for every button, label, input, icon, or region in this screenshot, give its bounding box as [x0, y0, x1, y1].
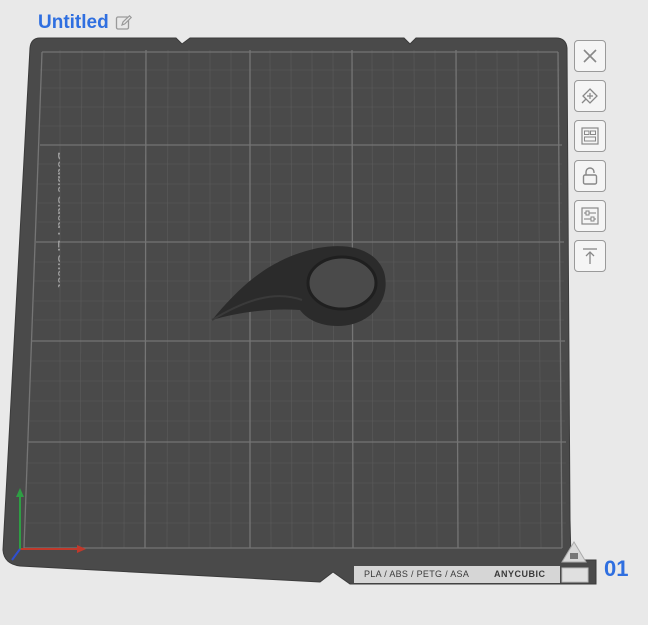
move-to-top-icon: [583, 248, 597, 264]
plate-settings-button[interactable]: [574, 200, 606, 232]
lock-plate-button[interactable]: [574, 160, 606, 192]
material-label: PLA / ABS / PETG / ASA: [364, 569, 470, 579]
sheet-label-text: Double Sided PEI Sheet: [55, 152, 60, 287]
move-to-top-button[interactable]: [574, 240, 606, 272]
plate-toolbar: [574, 40, 614, 272]
plate-number[interactable]: 01: [604, 556, 628, 582]
plate-settings-icon: [581, 207, 599, 225]
build-plate[interactable]: [0, 0, 648, 625]
auto-orient-icon: [581, 88, 598, 104]
arrange-button[interactable]: [574, 120, 606, 152]
plate-footer-box: [561, 567, 589, 583]
lock-icon: [582, 167, 598, 185]
brand-label: ANYCUBIC: [494, 569, 546, 579]
close-icon: [583, 49, 597, 63]
arrange-icon: [581, 127, 599, 145]
build-plate-surface: [2, 37, 597, 585]
close-plate-button[interactable]: [574, 40, 606, 72]
sheet-label: Double Sided PEI Sheet: [20, 147, 69, 327]
auto-orient-button[interactable]: [574, 80, 606, 112]
